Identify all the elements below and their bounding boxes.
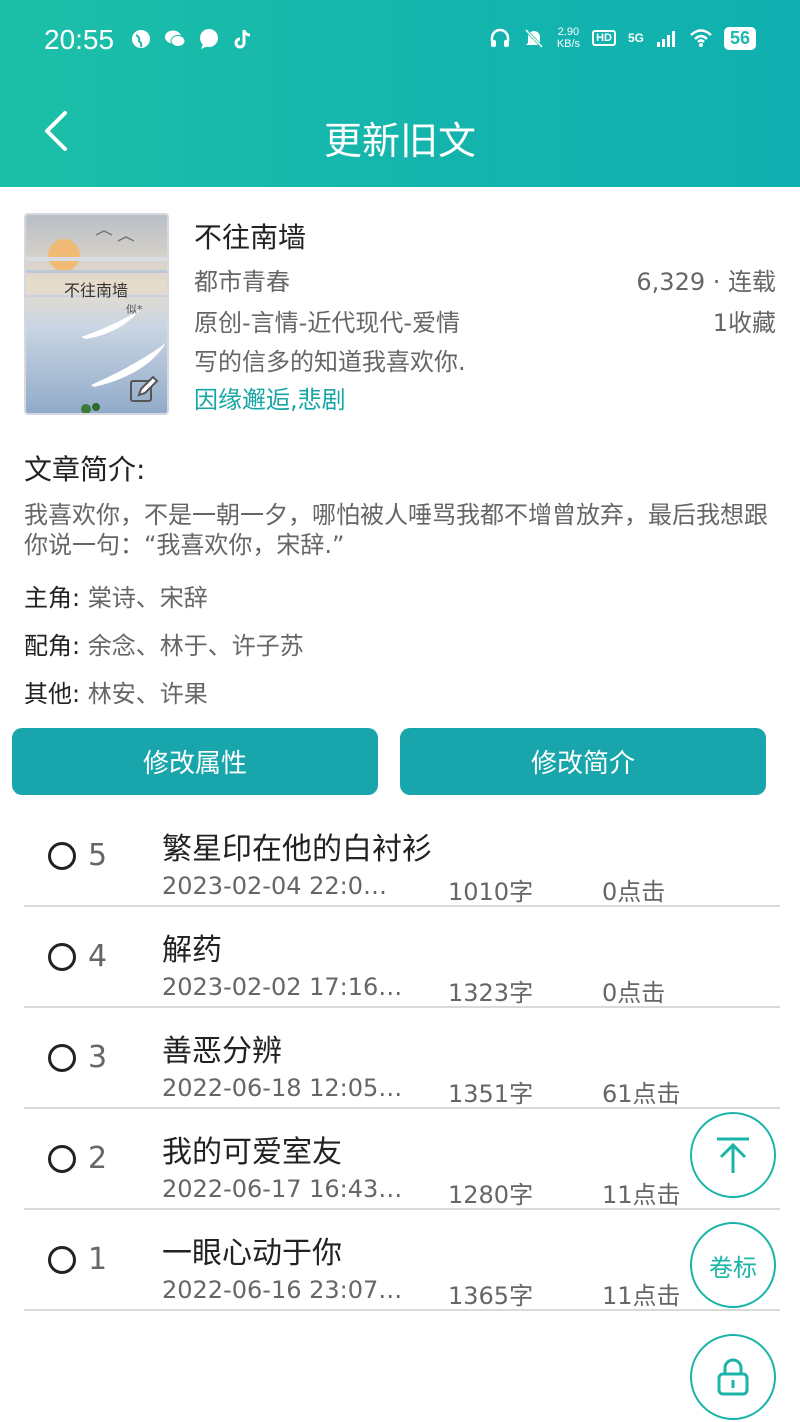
chapter-number: 3 (88, 1040, 108, 1075)
chapter-title: 善恶分辨 (162, 1034, 282, 1069)
role-row-other: 其他: 林安、许果 (24, 674, 208, 709)
battery-level: 56 (723, 26, 756, 50)
page-title: 更新旧文 (323, 119, 476, 163)
book-cover[interactable]: 不往南墙 似* (24, 213, 169, 415)
chapter-date: 2022-06-17 16:43… (162, 1175, 403, 1203)
chapter-number: 5 (88, 838, 108, 873)
scroll-to-top-icon (717, 1137, 749, 1173)
chapter-clicks: 61点击 (602, 1080, 681, 1108)
role-row-main: 主角: 棠诗、宋辞 (24, 578, 208, 613)
chapter-date: 2023-02-02 17:16… (162, 973, 403, 1001)
message-icon (200, 29, 218, 49)
chapter-radio[interactable] (48, 842, 76, 870)
app-header: 20:55 2.90 KB/s HD 5G 56 更新旧文 (0, 0, 800, 187)
role-label: 配角: (24, 632, 81, 660)
chapter-clicks: 11点击 (602, 1282, 681, 1310)
hd-badge: HD (592, 30, 616, 46)
chapter-radio[interactable] (48, 1246, 76, 1274)
chapter-title: 繁星印在他的白衬衫 (162, 832, 432, 867)
intro-text: 我喜欢你，不是一朝一夕，哪怕被人唾骂我都不增曾放弃，最后我想跟你说一句：“我喜欢… (24, 501, 768, 559)
lock-icon (717, 1358, 749, 1396)
favorites-count: 1收藏 (712, 309, 776, 337)
chapter-row[interactable]: 3 善恶分辨 2022-06-18 12:05… 1351字 61点击 (24, 1008, 780, 1109)
word-count-status: 6,329 · 连载 (636, 268, 776, 296)
chapter-number: 1 (88, 1242, 108, 1277)
scroll-to-top-button[interactable] (690, 1112, 776, 1198)
chapter-row[interactable]: 2 我的可爱室友 2022-06-17 16:43… 1280字 11点击 (24, 1109, 780, 1210)
book-tagline: 写的信多的知道我喜欢你. (194, 348, 466, 376)
net-speed: 2.90 KB/s (557, 26, 580, 50)
system-status: 2.90 KB/s HD 5G 56 (489, 26, 756, 50)
chapter-row[interactable]: 4 解药 2023-02-02 17:16… 1323字 0点击 (24, 907, 780, 1008)
tiktok-icon (234, 30, 251, 49)
book-title: 不往南墙 (194, 221, 307, 254)
chapter-words: 1010字 (448, 878, 534, 906)
role-value: 林安、许果 (87, 680, 208, 708)
chapter-title: 解药 (162, 933, 222, 968)
chapter-radio[interactable] (48, 943, 76, 971)
status-time: 20:55 (44, 24, 115, 55)
headphones-icon (490, 28, 510, 47)
signal-5g: 5G (627, 31, 644, 45)
chapter-words: 1351字 (448, 1080, 534, 1108)
notification-icons (130, 28, 254, 50)
role-value: 余念、林于、许子苏 (87, 632, 304, 660)
chapter-clicks: 11点击 (602, 1181, 681, 1209)
chapter-date: 2022-06-16 23:07… (162, 1276, 403, 1304)
chapter-date: 2023-02-04 22:0… (162, 872, 387, 900)
globe-icon (132, 30, 150, 48)
signal-bars-icon (656, 31, 675, 47)
mute-bell-icon (524, 28, 543, 49)
cover-title: 不往南墙 (64, 281, 129, 300)
chapter-words: 1365字 (448, 1282, 534, 1310)
role-row-supporting: 配角: 余念、林于、许子苏 (24, 626, 304, 661)
chapter-words: 1280字 (448, 1181, 534, 1209)
role-label: 主角: (24, 584, 81, 612)
chapter-radio[interactable] (48, 1145, 76, 1173)
chapter-row[interactable]: 1 一眼心动于你 2022-06-16 23:07… 1365字 11点击 (24, 1210, 780, 1311)
edit-icon[interactable] (129, 375, 159, 405)
chapter-number: 2 (88, 1141, 108, 1176)
status-bar: 20:55 2.90 KB/s HD 5G 56 (0, 0, 800, 84)
net-speed-unit: KB/s (556, 38, 581, 50)
book-genre: 都市青春 (194, 268, 290, 296)
lock-button[interactable] (690, 1334, 776, 1420)
wechat-icon (165, 30, 186, 47)
chapter-clicks: 0点击 (602, 979, 666, 1007)
chapter-date: 2022-06-18 12:05… (162, 1074, 403, 1102)
volume-label-button[interactable]: 卷标 (690, 1222, 776, 1308)
cover-author: 似* (126, 303, 143, 316)
book-keywords: 因缘邂逅,悲剧 (194, 386, 346, 414)
chapter-clicks: 0点击 (602, 878, 666, 906)
edit-intro-button[interactable]: 修改简介 (400, 728, 766, 795)
chapter-number: 4 (88, 939, 108, 974)
edit-attributes-button[interactable]: 修改属性 (12, 728, 378, 795)
chapter-radio[interactable] (48, 1044, 76, 1072)
net-speed-value: 2.90 (557, 26, 580, 38)
wifi-icon (690, 29, 712, 47)
chapter-title: 一眼心动于你 (162, 1236, 342, 1271)
role-value: 棠诗、宋辞 (87, 584, 208, 612)
chapter-row[interactable]: 5 繁星印在他的白衬衫 2023-02-04 22:0… 1010字 0点击 (24, 806, 780, 907)
intro-heading: 文章简介: (24, 453, 146, 486)
chapter-title: 我的可爱室友 (162, 1135, 342, 1170)
chapter-words: 1323字 (448, 979, 534, 1007)
book-tags: 原创-言情-近代现代-爱情 (194, 309, 460, 337)
role-label: 其他: (24, 680, 81, 708)
